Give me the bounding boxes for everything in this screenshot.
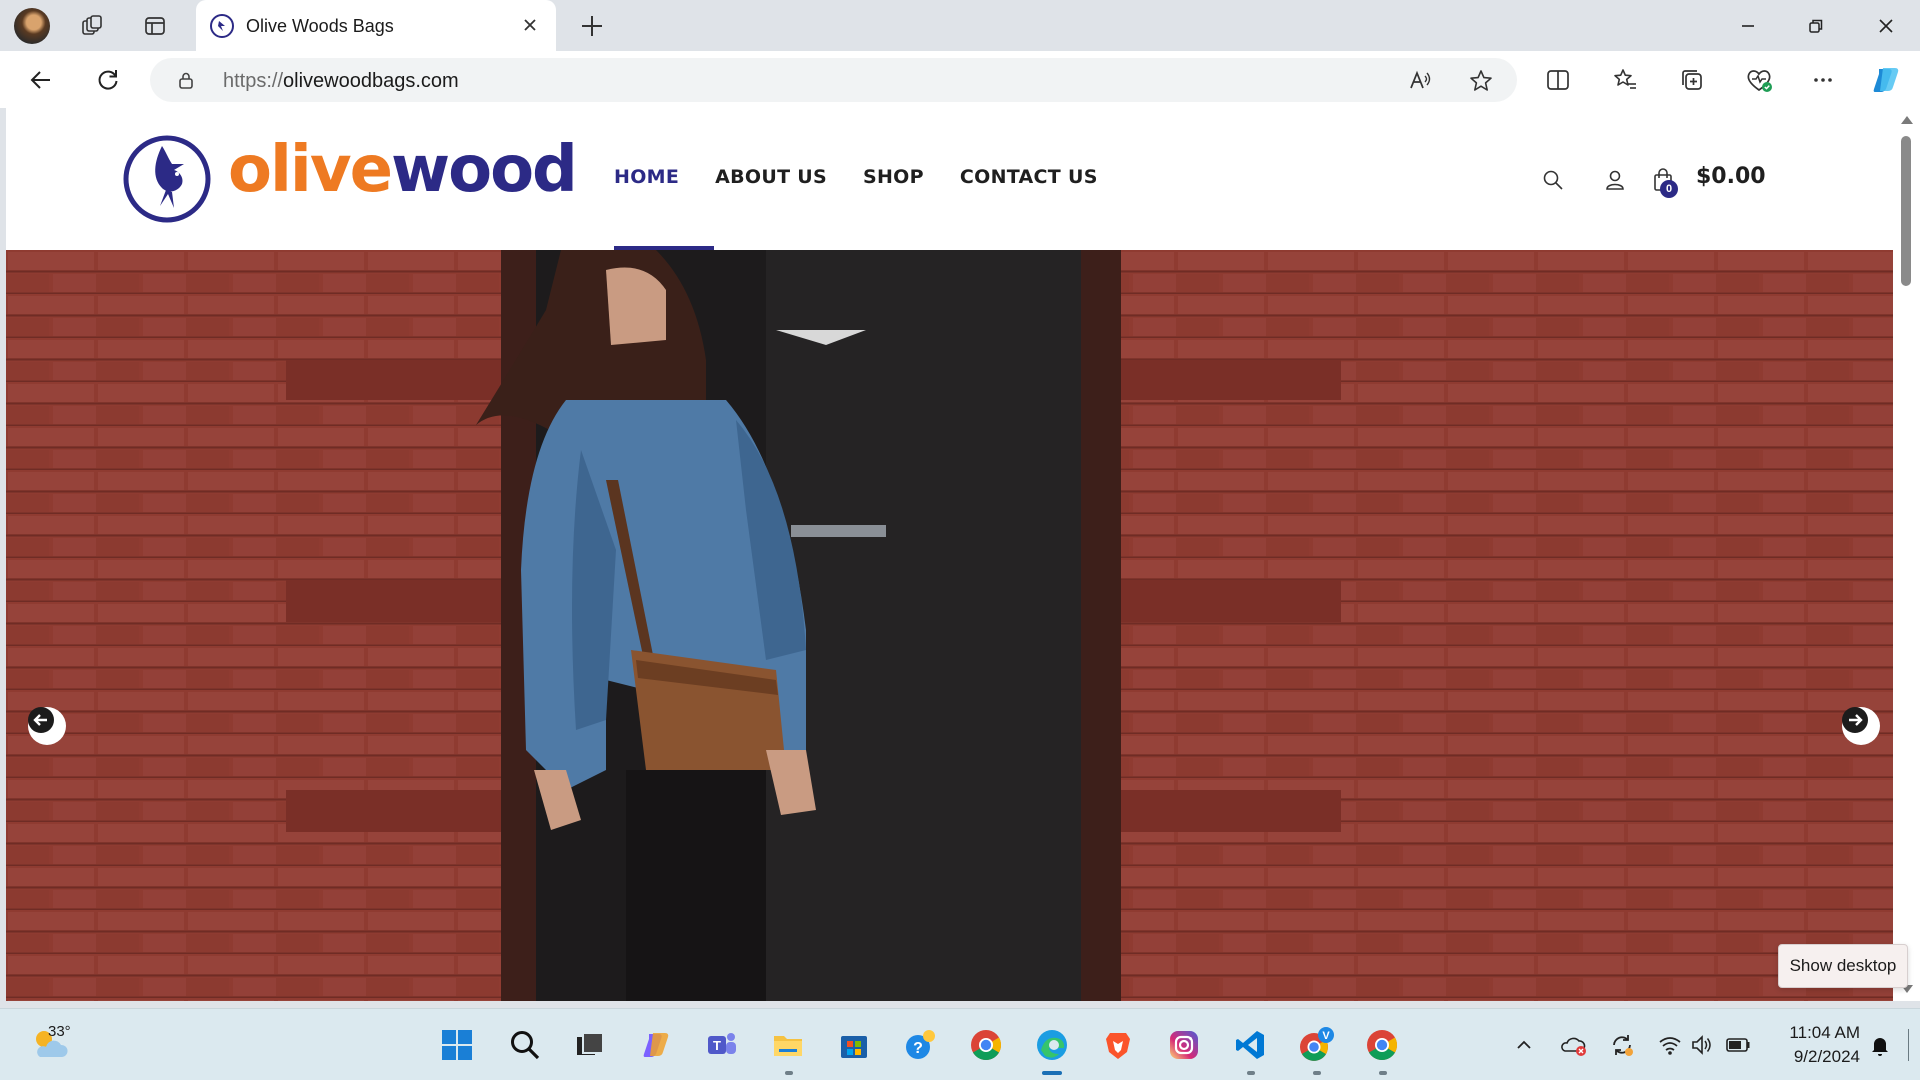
active-tab[interactable]: Olive Woods Bags — [196, 0, 556, 51]
account-icon[interactable] — [1601, 166, 1629, 194]
vscode-icon[interactable] — [1230, 1025, 1270, 1065]
profile-avatar[interactable] — [14, 8, 50, 44]
copilot-icon[interactable] — [1866, 60, 1906, 100]
logo-olive-text: olive — [228, 133, 393, 207]
show-hidden-icons-chevron-icon[interactable] — [1510, 1031, 1538, 1059]
tips-icon[interactable]: ? — [900, 1025, 940, 1065]
back-icon[interactable] — [22, 61, 60, 99]
address-bar[interactable]: https://olivewoodbags.com — [150, 58, 1517, 102]
store-icon[interactable] — [834, 1025, 874, 1065]
teams-icon[interactable]: T — [702, 1025, 742, 1065]
clock-time: 11:04 AM — [1789, 1023, 1860, 1042]
url-host: olivewoodbags.com — [283, 70, 459, 92]
volume-icon[interactable] — [1688, 1031, 1716, 1059]
chrome-profile-v-icon[interactable]: V — [1296, 1025, 1336, 1065]
slider-prev-arrow-icon[interactable] — [28, 707, 66, 745]
page-viewport: olivewood HOME ABOUT US SHOP CONTACT US … — [6, 108, 1893, 1001]
read-aloud-icon[interactable] — [1405, 66, 1435, 96]
svg-text:T: T — [713, 1038, 721, 1053]
browser-essentials-icon[interactable] — [1739, 60, 1779, 100]
file-explorer-running-indicator — [785, 1071, 793, 1075]
new-tab-icon[interactable] — [574, 8, 610, 44]
nav-about-us[interactable]: ABOUT US — [715, 166, 827, 196]
nav-home[interactable]: HOME — [614, 166, 679, 196]
close-tab-icon[interactable] — [518, 13, 542, 37]
file-explorer-icon[interactable] — [768, 1025, 808, 1065]
tab-actions-icon[interactable] — [137, 8, 173, 44]
clock-date: 9/2/2024 — [1793, 1047, 1860, 1066]
task-view-icon[interactable] — [570, 1025, 610, 1065]
windows-taskbar: 33° T ? V 11:04 AM 9/2/2024 — [0, 1008, 1920, 1080]
chrome-running-indicator — [1379, 1071, 1387, 1075]
refresh-icon[interactable] — [89, 61, 127, 99]
favorites-icon[interactable] — [1605, 60, 1645, 100]
chrome-icon[interactable] — [966, 1025, 1006, 1065]
nav-shop[interactable]: SHOP — [863, 166, 924, 196]
site-header: olivewood HOME ABOUT US SHOP CONTACT US … — [6, 108, 1893, 250]
favorite-star-icon[interactable] — [1466, 66, 1496, 96]
page-scrollbar[interactable] — [1893, 108, 1920, 1001]
show-desktop-button[interactable] — [1908, 1029, 1909, 1061]
restore-icon[interactable] — [1786, 6, 1846, 46]
battery-icon[interactable] — [1724, 1031, 1752, 1059]
instagram-icon[interactable] — [1164, 1025, 1204, 1065]
lock-icon[interactable] — [176, 70, 196, 90]
workspaces-icon[interactable] — [74, 8, 110, 44]
close-window-icon[interactable] — [1856, 6, 1916, 46]
hero-slide-image — [6, 250, 1893, 1001]
show-desktop-tooltip: Show desktop — [1778, 944, 1908, 988]
cart-total[interactable]: $0.00 — [1696, 164, 1766, 189]
url-text[interactable]: https://olivewoodbags.com — [223, 70, 459, 93]
collections-icon[interactable] — [1672, 60, 1712, 100]
chrome-profile-running-indicator — [1313, 1071, 1321, 1075]
vscode-running-indicator — [1247, 1071, 1255, 1075]
start-icon[interactable] — [437, 1025, 477, 1065]
chrome-icon[interactable] — [1362, 1025, 1402, 1065]
wifi-icon[interactable] — [1656, 1031, 1684, 1059]
svg-text:?: ? — [913, 1040, 923, 1057]
cart-count-badge: 0 — [1660, 180, 1678, 198]
nav-contact-us[interactable]: CONTACT US — [960, 166, 1098, 196]
olivewood-logo-bird-icon[interactable] — [122, 134, 212, 224]
site-logo-wordmark[interactable]: olivewood — [228, 138, 578, 202]
browser-tab-strip: Olive Woods Bags — [0, 0, 1920, 51]
browser-toolbar: https://olivewoodbags.com — [0, 51, 1920, 108]
search-icon[interactable] — [1539, 166, 1567, 194]
site-favicon-icon — [210, 14, 234, 38]
main-navigation: HOME ABOUT US SHOP CONTACT US — [614, 166, 1098, 196]
hero-slider — [6, 250, 1893, 1001]
svg-text:V: V — [1322, 1030, 1330, 1042]
more-options-icon[interactable] — [1803, 60, 1843, 100]
minimize-icon[interactable] — [1718, 6, 1778, 46]
weather-temperature: 33° — [48, 1023, 71, 1040]
scroll-up-arrow-icon[interactable] — [1901, 116, 1913, 124]
edge-icon[interactable] — [1032, 1025, 1072, 1065]
slider-next-arrow-icon[interactable] — [1842, 707, 1880, 745]
copilot-icon[interactable] — [636, 1025, 676, 1065]
edge-active-indicator — [1042, 1071, 1062, 1075]
brave-icon[interactable] — [1098, 1025, 1138, 1065]
sync-icon[interactable] — [1608, 1031, 1636, 1059]
logo-wood-text: wood — [390, 133, 578, 207]
onedrive-error-icon[interactable] — [1560, 1031, 1588, 1059]
tab-title: Olive Woods Bags — [246, 16, 394, 36]
notification-bell-icon[interactable] — [1866, 1031, 1894, 1059]
search-icon[interactable] — [505, 1025, 545, 1065]
url-protocol: https:// — [223, 70, 284, 92]
system-clock[interactable]: 11:04 AM 9/2/2024 — [1760, 1021, 1860, 1069]
split-screen-icon[interactable] — [1538, 60, 1578, 100]
scroll-thumb[interactable] — [1901, 136, 1911, 286]
